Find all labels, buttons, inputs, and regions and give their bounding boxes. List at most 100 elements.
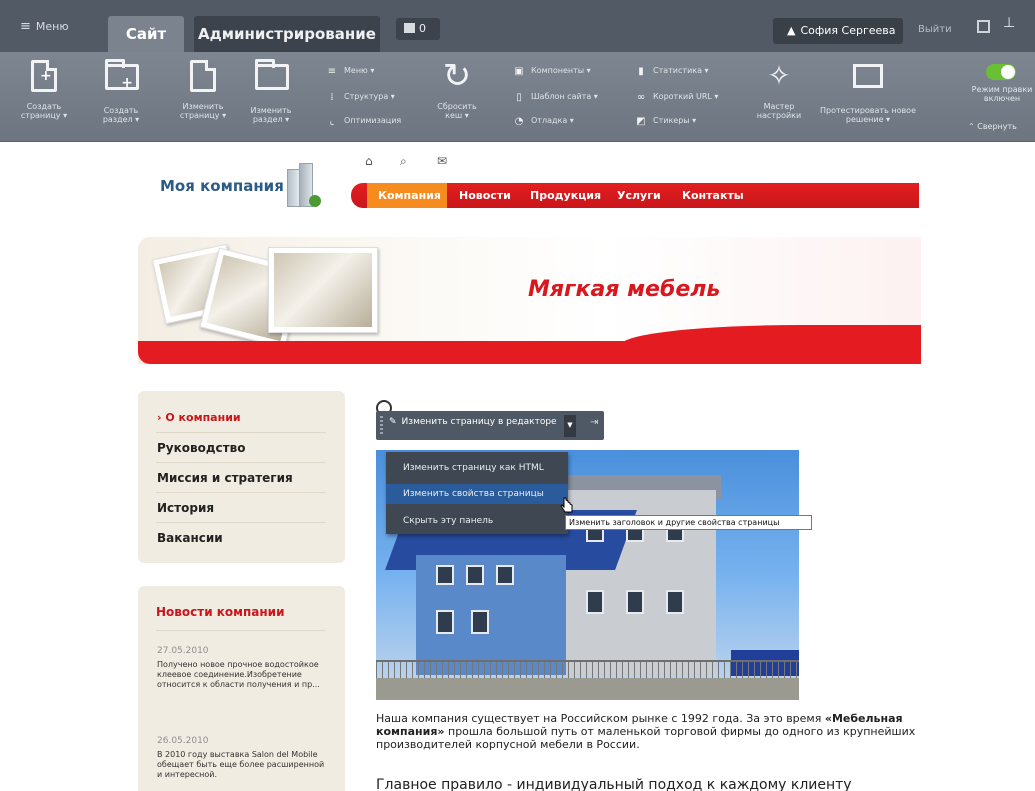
test-solution-icon <box>852 64 884 96</box>
banner-photo <box>268 247 378 333</box>
collapse-button[interactable]: ⌃ Свернуть <box>968 122 1017 131</box>
edit-section-button[interactable]: Изменить раздел ▾ <box>240 59 302 124</box>
admin-menu-label: Меню <box>35 20 69 33</box>
tab-administration[interactable]: Администрирование <box>194 16 380 52</box>
create-page-button[interactable]: + Создать страницу ▾ <box>14 60 74 120</box>
edit-folder-icon <box>255 59 289 90</box>
left-menu-item-label: О компании <box>165 411 241 424</box>
reset-cache-label: Сбросить кеш ▾ <box>437 102 477 120</box>
edit-page-button[interactable]: Изменить страницу ▾ <box>172 60 234 120</box>
collapse-arrow-icon: ⌃ <box>968 122 978 131</box>
structure-icon: ⁞ <box>330 92 334 103</box>
nav-item-services[interactable]: Услуги <box>617 189 661 202</box>
hamburger-icon: ≡ <box>20 19 31 34</box>
new-page-icon: + <box>31 60 57 92</box>
statistics-tool-label: Статистика ▾ <box>653 66 709 75</box>
setup-wizard-button[interactable]: ✧ Мастер настройки <box>752 59 806 121</box>
left-menu-item-mission[interactable]: Миссия и стратегия <box>157 471 293 485</box>
components-icon: ▣ <box>514 66 524 77</box>
nav-item-company[interactable]: Компания <box>378 189 441 202</box>
divider <box>156 492 326 493</box>
admin-top-bar: ≡ Меню Сайт Администрирование 0 ▲ София Се… <box>0 0 1035 52</box>
logout-link[interactable]: Выйти <box>918 24 952 35</box>
test-solution-button[interactable]: Протестировать новое решение ▾ <box>820 60 916 124</box>
stickers-tool[interactable]: ◩ Стикеры ▾ <box>636 116 697 127</box>
notifications-counter[interactable]: 0 <box>396 18 440 40</box>
edit-mode-label: Режим правки включен <box>971 85 1033 103</box>
left-menu-item-management[interactable]: Руководство <box>157 441 245 455</box>
components-tool[interactable]: ▣ Компоненты ▾ <box>514 66 591 77</box>
create-section-button[interactable]: + Создать раздел ▾ <box>96 59 146 124</box>
news-date: 27.05.2010 <box>157 646 209 656</box>
edit-page-label: Изменить страницу ▾ <box>179 102 227 120</box>
debug-tool-label: Отладка ▾ <box>531 116 574 125</box>
drag-handle[interactable] <box>380 416 383 435</box>
list-icon: ≡ <box>327 66 337 77</box>
banner-red-stripe <box>138 325 921 364</box>
news-date: 26.05.2010 <box>157 736 209 746</box>
menu-tool[interactable]: ≡ Меню ▾ <box>327 66 375 77</box>
intro-text-end: прошла большой путь от маленькой торгово… <box>376 725 916 751</box>
setup-wizard-label: Мастер настройки <box>756 102 802 120</box>
news-title[interactable]: Новости компании <box>156 605 284 619</box>
structure-tool-label: Структура ▾ <box>344 92 395 101</box>
pin-panel-icon[interactable]: ⇥ <box>590 417 598 428</box>
statistics-tool[interactable]: ▮ Статистика ▾ <box>636 66 709 77</box>
create-page-label: Создать страницу ▾ <box>20 102 68 120</box>
site-template-tool-label: Шаблон сайта ▾ <box>531 92 598 101</box>
chart-icon: ⌞ <box>329 116 335 127</box>
divider <box>156 432 326 433</box>
nav-item-news[interactable]: Новости <box>459 189 511 202</box>
link-icon: ∞ <box>636 92 646 103</box>
edit-dropdown-toggle[interactable]: ▼ <box>564 415 576 437</box>
optimization-tool[interactable]: ⌞ Оптимизация <box>327 116 402 127</box>
pencil-icon: ✎ <box>389 417 397 427</box>
content-heading: Главное правило - индивидуальный подход … <box>376 777 852 791</box>
reset-cache-button[interactable]: ↻ Сбросить кеш ▾ <box>430 56 484 120</box>
short-url-tool-label: Короткий URL ▾ <box>653 92 719 101</box>
user-button[interactable]: ▲ София Сергеева <box>773 18 903 44</box>
news-text[interactable]: Получено новое прочное водостойкое клеев… <box>157 660 327 690</box>
site-logo-text[interactable]: Моя компания <box>160 177 284 195</box>
stickers-tool-label: Стикеры ▾ <box>653 116 697 125</box>
nav-item-contacts[interactable]: Контакты <box>682 189 744 202</box>
sticker-icon: ◩ <box>636 116 646 127</box>
collapse-label: Свернуть <box>977 122 1017 131</box>
mail-icon[interactable]: ✉ <box>437 154 447 168</box>
left-menu-item-history[interactable]: История <box>157 501 214 515</box>
search-icon[interactable]: ⌕ <box>400 154 407 169</box>
chevron-down-icon: ▼ <box>567 421 573 429</box>
window-icon[interactable] <box>977 20 990 33</box>
banner-title: Мягкая мебель <box>528 277 721 302</box>
admin-toolbar: + Создать страницу ▾ + Создать раздел ▾ … <box>0 52 1035 142</box>
components-tool-label: Компоненты ▾ <box>531 66 591 75</box>
nav-item-products[interactable]: Продукция <box>530 189 601 202</box>
left-menu-item-vacancies[interactable]: Вакансии <box>157 531 223 545</box>
debug-tool[interactable]: ◔ Отладка ▾ <box>514 116 574 127</box>
left-menu-item-about[interactable]: › О компании <box>157 411 241 424</box>
intro-text-start: Наша компания существует на Российском р… <box>376 712 825 725</box>
menu-item-edit-html[interactable]: Изменить страницу как HTML <box>386 458 568 478</box>
optimization-tool-label: Оптимизация <box>344 116 402 125</box>
test-solution-label: Протестировать новое решение ▾ <box>820 106 916 124</box>
structure-tool[interactable]: ⁞ Структура ▾ <box>327 92 395 103</box>
bar-chart-icon: ▮ <box>638 66 644 77</box>
menu-item-hide-panel[interactable]: Скрыть эту панель <box>386 511 568 531</box>
edit-section-label: Изменить раздел ▾ <box>250 106 292 124</box>
home-icon[interactable]: ⌂ <box>365 154 373 168</box>
short-url-tool[interactable]: ∞ Короткий URL ▾ <box>636 92 719 103</box>
edit-in-editor-button[interactable]: ✎ Изменить страницу в редакторе <box>389 417 563 434</box>
tab-site[interactable]: Сайт <box>108 16 184 52</box>
new-folder-icon: + <box>105 59 139 90</box>
pin-icon[interactable]: ⊥ <box>1003 15 1015 31</box>
site-template-tool[interactable]: ▯ Шаблон сайта ▾ <box>514 92 598 103</box>
refresh-icon: ↻ <box>442 56 472 96</box>
debug-icon: ◔ <box>514 116 524 127</box>
divider <box>156 462 326 463</box>
create-section-label: Создать раздел ▾ <box>102 106 140 124</box>
admin-menu-button[interactable]: ≡ Меню <box>20 19 69 34</box>
magic-wand-icon: ✧ <box>767 59 791 92</box>
menu-item-edit-properties[interactable]: Изменить свойства страницы <box>386 484 568 504</box>
news-text[interactable]: В 2010 году выставка Salon del Mobile об… <box>157 750 327 780</box>
edit-mode-toggle[interactable] <box>986 64 1016 80</box>
